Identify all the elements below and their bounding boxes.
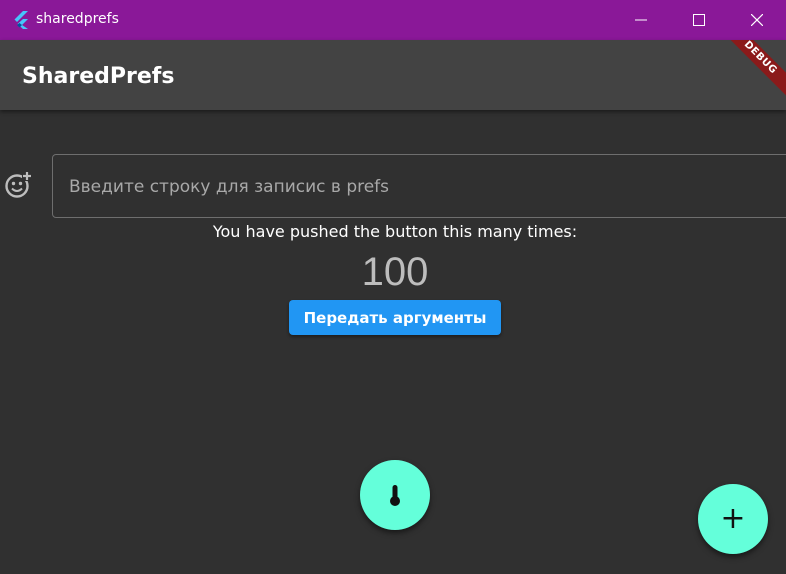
window-titlebar: sharedprefs (0, 0, 786, 40)
main-content: You have pushed the button this many tim… (0, 110, 786, 574)
window-title: sharedprefs (36, 11, 119, 27)
add-fab[interactable]: + (698, 484, 768, 554)
thermometer-icon (390, 485, 400, 506)
counter-value: 100 (361, 250, 429, 294)
prefs-input[interactable] (67, 155, 771, 219)
thermometer-fab[interactable] (360, 460, 430, 530)
prefs-text-field[interactable] (52, 154, 786, 219)
app-bar: SharedPrefs DEBUG (0, 40, 786, 110)
counter-label: You have pushed the button this many tim… (212, 222, 578, 241)
maximize-icon (693, 14, 705, 26)
debug-banner: DEBUG (711, 40, 786, 107)
minimize-button[interactable] (612, 0, 670, 40)
pass-arguments-button[interactable]: Передать аргументы (289, 300, 501, 335)
page-title: SharedPrefs (22, 64, 175, 89)
emoji-add-icon (5, 171, 32, 198)
maximize-button[interactable] (670, 0, 728, 40)
close-button[interactable] (728, 0, 786, 40)
flutter-logo-icon (14, 11, 28, 29)
close-icon (751, 14, 763, 26)
add-icon: + (720, 501, 746, 536)
minimize-icon (635, 19, 647, 21)
